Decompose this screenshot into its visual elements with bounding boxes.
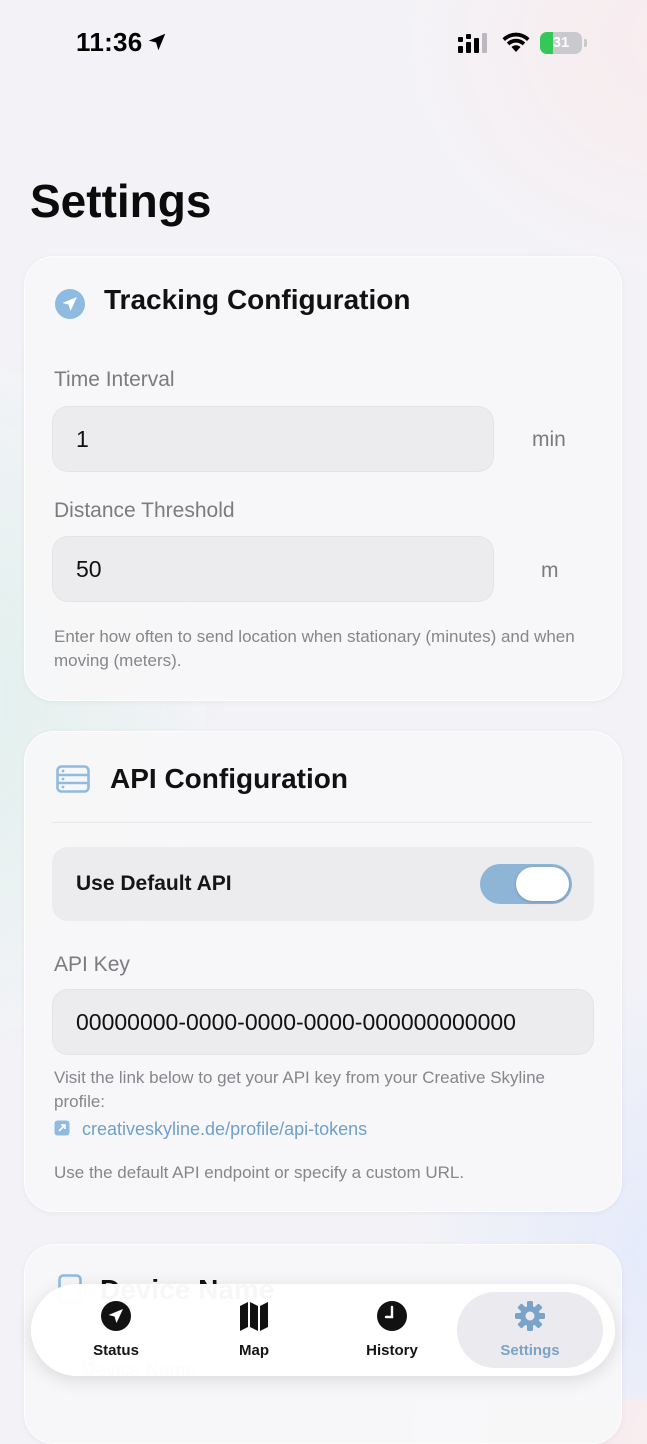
time-interval-input[interactable]: 1 (52, 406, 494, 472)
tracking-help-text: Enter how often to send location when st… (54, 627, 575, 670)
api-key-value: 00000000-0000-0000-0000-000000000000 (76, 1009, 516, 1035)
wifi-icon (502, 32, 530, 52)
tab-bar: Status Map History Settings (31, 1284, 615, 1376)
external-link-icon (54, 1120, 70, 1136)
tab-status[interactable]: Status (43, 1292, 189, 1368)
tab-settings-label: Settings (500, 1342, 560, 1359)
api-key-input[interactable]: 00000000-0000-0000-0000-000000000000 (52, 989, 594, 1055)
api-configuration-card: API Configuration Use Default API API Ke… (24, 731, 622, 1212)
time-interval-label: Time Interval (54, 368, 175, 391)
navigation-arrow-icon (101, 1301, 131, 1331)
location-arrow-icon (55, 289, 85, 319)
tracking-card-title: Tracking Configuration (104, 284, 411, 315)
use-default-api-label: Use Default API (76, 872, 232, 895)
distance-threshold-label: Distance Threshold (54, 499, 235, 522)
api-tokens-link-text: creativeskyline.de/profile/api-tokens (82, 1119, 368, 1139)
tab-history-label: History (366, 1342, 418, 1359)
battery-percent: 31 (552, 34, 570, 51)
api-key-help-text: Visit the link below to get your API key… (54, 1068, 546, 1111)
api-default-help-text: Use the default API endpoint or specify … (54, 1163, 465, 1182)
location-arrow-icon (148, 33, 166, 51)
tracking-configuration-card: Tracking Configuration Time Interval 1 m… (24, 256, 622, 701)
distance-threshold-value: 50 (76, 556, 102, 582)
gear-icon (515, 1301, 545, 1331)
status-bar: 11:36 31 (0, 0, 647, 90)
server-icon (56, 765, 90, 793)
status-time: 11:36 (76, 27, 143, 57)
page-title: Settings (30, 175, 212, 227)
clock-icon (377, 1301, 407, 1331)
cellular-signal-icon (458, 33, 487, 53)
time-interval-unit: min (532, 428, 566, 451)
tab-settings[interactable]: Settings (457, 1292, 603, 1368)
tab-history[interactable]: History (319, 1292, 465, 1368)
battery-indicator: 31 (540, 32, 588, 54)
tab-map[interactable]: Map (181, 1292, 327, 1368)
toggle-knob (516, 867, 569, 901)
use-default-api-row: Use Default API (52, 847, 594, 921)
tab-map-label: Map (239, 1342, 269, 1359)
time-interval-value: 1 (76, 426, 89, 452)
api-card-divider (52, 822, 592, 823)
distance-threshold-unit: m (541, 559, 559, 582)
api-card-title: API Configuration (110, 763, 348, 794)
map-icon (240, 1302, 268, 1331)
distance-threshold-input[interactable]: 50 (52, 536, 494, 602)
use-default-api-toggle[interactable] (480, 864, 572, 904)
api-key-label: API Key (54, 953, 130, 976)
tab-status-label: Status (93, 1342, 139, 1359)
